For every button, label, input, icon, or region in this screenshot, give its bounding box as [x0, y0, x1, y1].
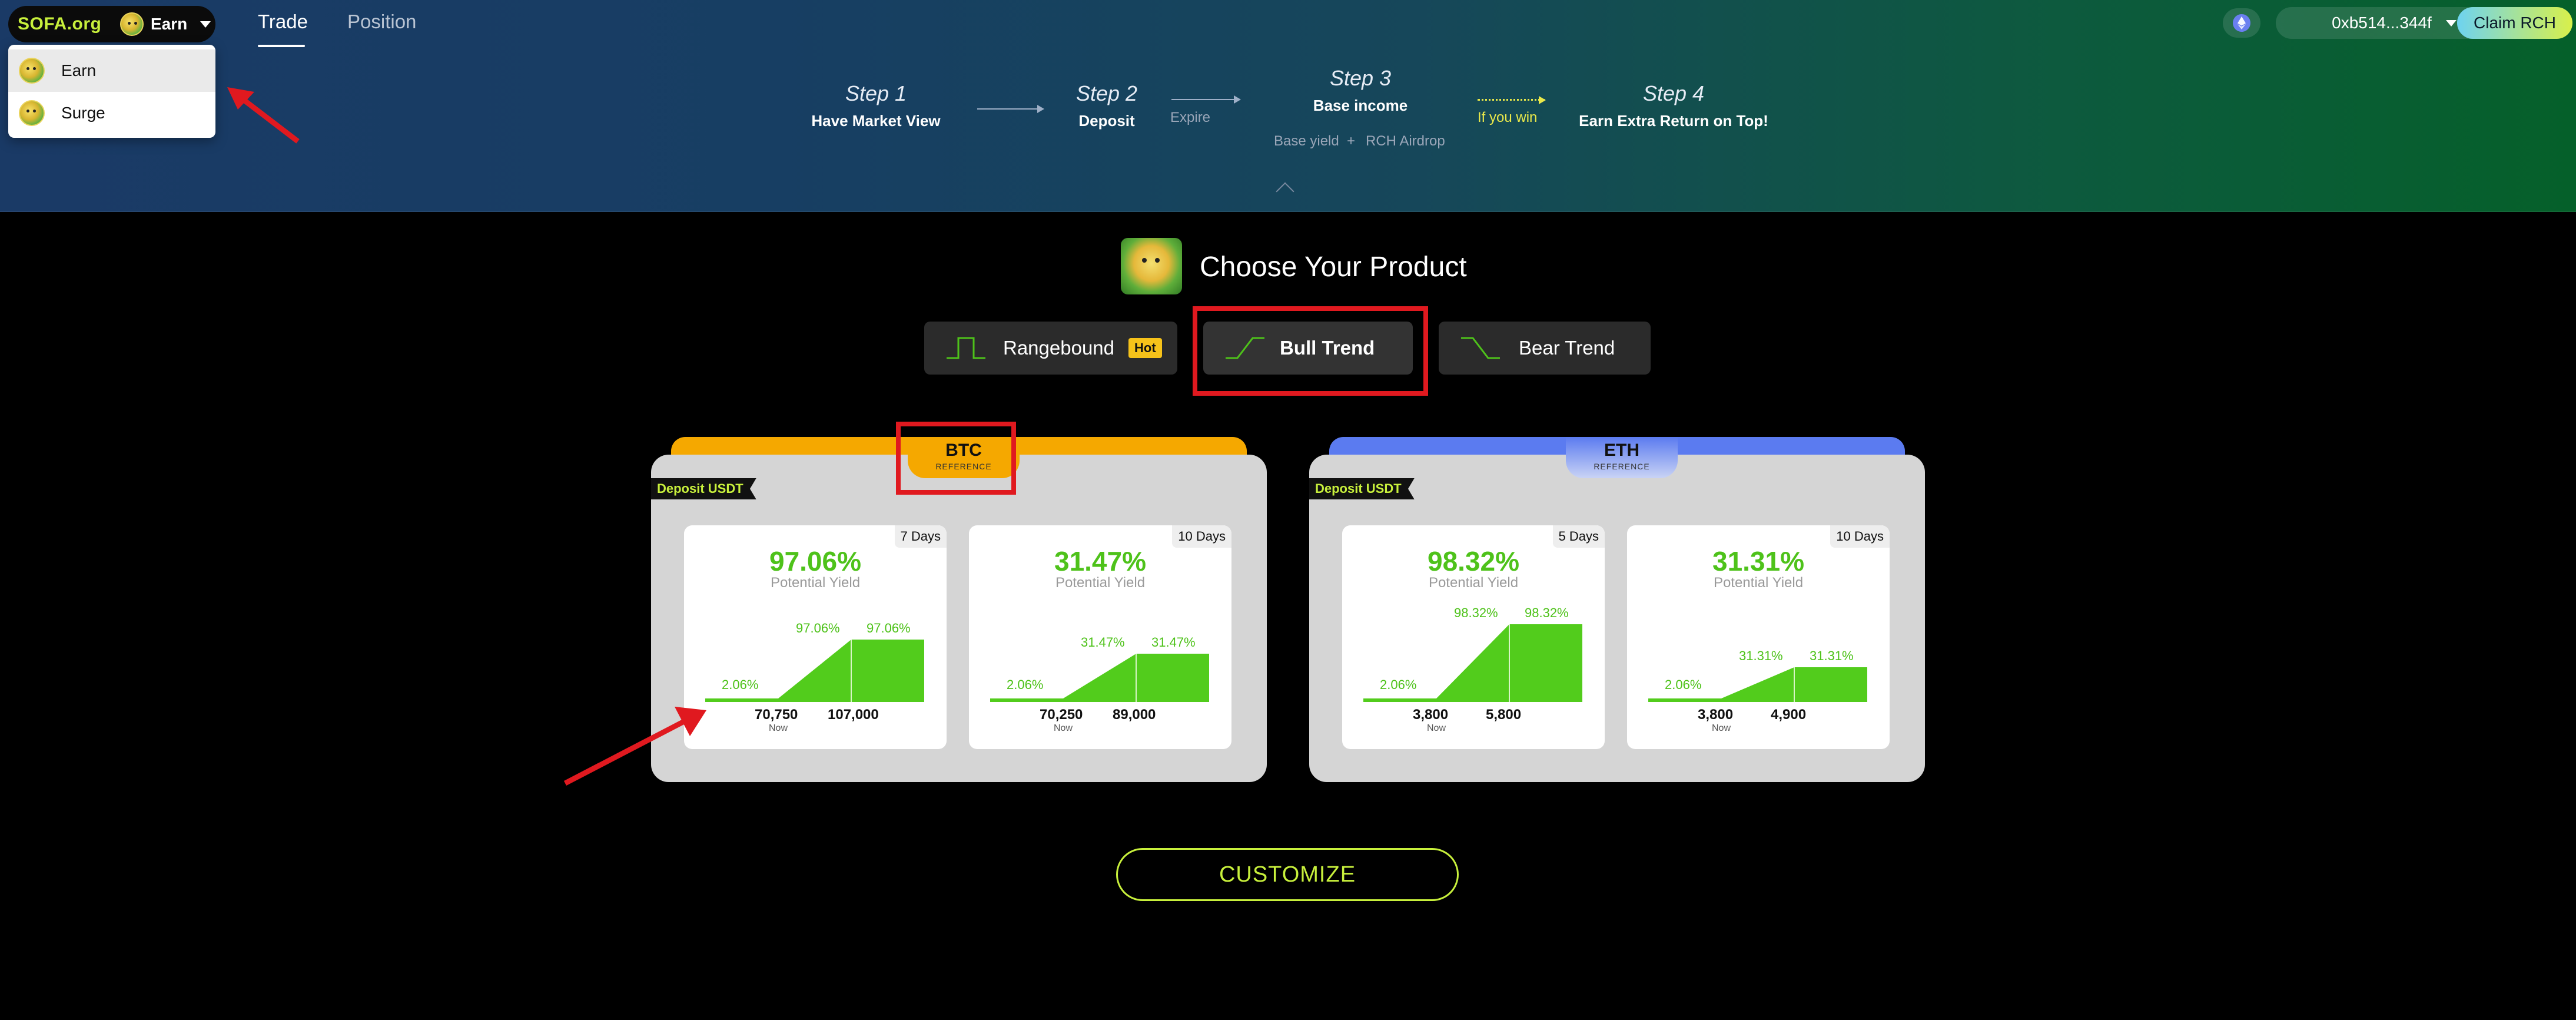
high-yield-label: 31.47%	[1081, 635, 1125, 650]
now-label: Now	[1427, 723, 1446, 733]
strike-high: 4,900	[1771, 707, 1807, 723]
step-1: Step 1 Have Market View	[805, 81, 947, 130]
step-4: Step 4 Earn Extra Return on Top!	[1571, 81, 1777, 130]
rch-airdrop-label: RCH Airdrop	[1366, 133, 1445, 149]
high-yield-label: 97.06%	[796, 621, 840, 635]
network-selector[interactable]	[2223, 8, 2260, 38]
choose-product-title: Choose Your Product	[1200, 251, 1467, 283]
step-3-title: Step 3	[1329, 66, 1392, 90]
chevron-down-icon	[2445, 19, 2457, 27]
strike-high: 89,000	[1113, 707, 1156, 723]
max-yield-label: 98.32%	[1525, 605, 1569, 620]
max-yield-label: 97.06%	[867, 621, 911, 635]
menu-item-surge[interactable]: Surge	[8, 92, 215, 134]
nav-tab-trade[interactable]: Trade	[258, 11, 308, 33]
payoff-chart	[1648, 667, 1867, 702]
hero-banner: SOFA.org Earn Trade Position 0xb514...34…	[0, 0, 2576, 212]
flow-arrow	[1171, 95, 1241, 104]
product-card[interactable]: 5 Days 98.32% Potential Yield 2.06% 98.32% 98…	[1342, 525, 1605, 749]
now-label: Now	[1054, 723, 1073, 733]
menu-item-earn[interactable]: Earn	[8, 49, 215, 92]
asset-reference-label: REFERENCE	[1594, 462, 1650, 471]
product-card[interactable]: 10 Days 31.31% Potential Yield 2.06% 31.31% 3…	[1627, 525, 1890, 749]
max-yield-label: 31.47%	[1151, 635, 1196, 650]
expire-label: Expire	[1170, 110, 1211, 125]
high-yield-label: 98.32%	[1454, 605, 1498, 620]
high-yield-label: 31.31%	[1739, 648, 1783, 663]
step-1-title: Step 1	[845, 81, 907, 105]
plus-sign: +	[1347, 133, 1356, 149]
mascot-icon	[120, 12, 144, 36]
asset-symbol: ETH	[1604, 441, 1639, 460]
annotation-arrow	[227, 87, 300, 144]
strike-low: 70,250	[1040, 707, 1083, 723]
step-1-desc: Have Market View	[811, 112, 941, 130]
brand-bar: SOFA.org Earn	[8, 6, 215, 42]
step-4-title: Step 4	[1642, 81, 1705, 105]
collapse-caret-icon[interactable]	[1276, 182, 1294, 201]
menu-item-label: Earn	[61, 61, 97, 80]
now-label: Now	[769, 723, 788, 733]
max-yield-label: 31.31%	[1810, 648, 1854, 663]
deposit-flag: Deposit USDT	[651, 478, 756, 499]
menu-item-label: Surge	[61, 104, 105, 122]
mascot-icon	[19, 100, 45, 126]
strike-high: 5,800	[1486, 707, 1522, 723]
step-3-desc: Base income	[1313, 97, 1408, 114]
mode-switch[interactable]: Earn	[120, 11, 211, 37]
product-card[interactable]: 10 Days 31.47% Potential Yield 2.06% 31.47% 3…	[969, 525, 1231, 749]
annotation-highlight-box	[1193, 306, 1428, 396]
mascot-icon	[1121, 238, 1182, 294]
step-2-desc: Deposit	[1078, 112, 1135, 130]
asset-panel-eth: ETH REFERENCE Deposit USDT 5 Days 98.32% P…	[1309, 437, 1925, 782]
customize-button[interactable]: CUSTOMIZE	[1116, 848, 1459, 901]
step-2: Step 2 Deposit	[1065, 81, 1148, 130]
hot-badge: Hot	[1128, 338, 1162, 358]
step-4-desc: Earn Extra Return on Top!	[1579, 112, 1768, 130]
strike-high: 107,000	[828, 707, 879, 723]
rangebound-icon	[947, 337, 985, 359]
brand-logo[interactable]: SOFA.org	[18, 14, 101, 34]
product-card[interactable]: 7 Days 97.06% Potential Yield 2.06% 97.06% 97…	[684, 525, 947, 749]
low-yield-label: 2.06%	[722, 677, 759, 692]
claim-rch-button[interactable]: Claim RCH	[2457, 7, 2572, 39]
low-yield-label: 2.06%	[1380, 677, 1417, 692]
product-bear-trend[interactable]: Bear Trend	[1439, 322, 1651, 375]
mode-label: Earn	[151, 15, 188, 33]
nav-tab-position[interactable]: Position	[347, 11, 416, 33]
product-rangebound[interactable]: Rangebound Hot	[924, 322, 1177, 375]
ethereum-icon	[2233, 14, 2250, 32]
mode-dropdown-menu: Earn Surge	[8, 45, 215, 138]
payoff-chart	[705, 640, 924, 702]
strike-low: 3,800	[1413, 707, 1449, 723]
base-yield-label: Base yield	[1274, 133, 1339, 149]
strike-low: 70,750	[755, 707, 798, 723]
payoff-chart	[1363, 624, 1582, 702]
step-2-title: Step 2	[1075, 81, 1138, 105]
active-tab-indicator	[258, 45, 305, 47]
asset-tab: ETH REFERENCE	[1566, 437, 1678, 478]
strike-low: 3,800	[1698, 707, 1734, 723]
annotation-highlight-box	[896, 422, 1016, 495]
annotation-arrow	[563, 707, 706, 786]
low-yield-label: 2.06%	[1665, 677, 1702, 692]
mascot-icon	[19, 58, 45, 84]
chevron-down-icon	[200, 21, 211, 28]
now-label: Now	[1712, 723, 1731, 733]
payoff-area	[705, 640, 924, 702]
low-yield-label: 2.06%	[1007, 677, 1044, 692]
win-arrow	[1478, 96, 1546, 104]
product-label: Bear Trend	[1519, 337, 1615, 359]
flow-arrow	[977, 105, 1044, 113]
product-label: Rangebound	[1003, 337, 1115, 359]
if-you-win-label: If you win	[1478, 110, 1538, 125]
step-3: Step 3 Base income	[1293, 66, 1428, 115]
wallet-address: 0xb514...344f	[2332, 14, 2432, 32]
deposit-flag: Deposit USDT	[1309, 478, 1415, 499]
bear-trend-icon	[1461, 337, 1500, 359]
